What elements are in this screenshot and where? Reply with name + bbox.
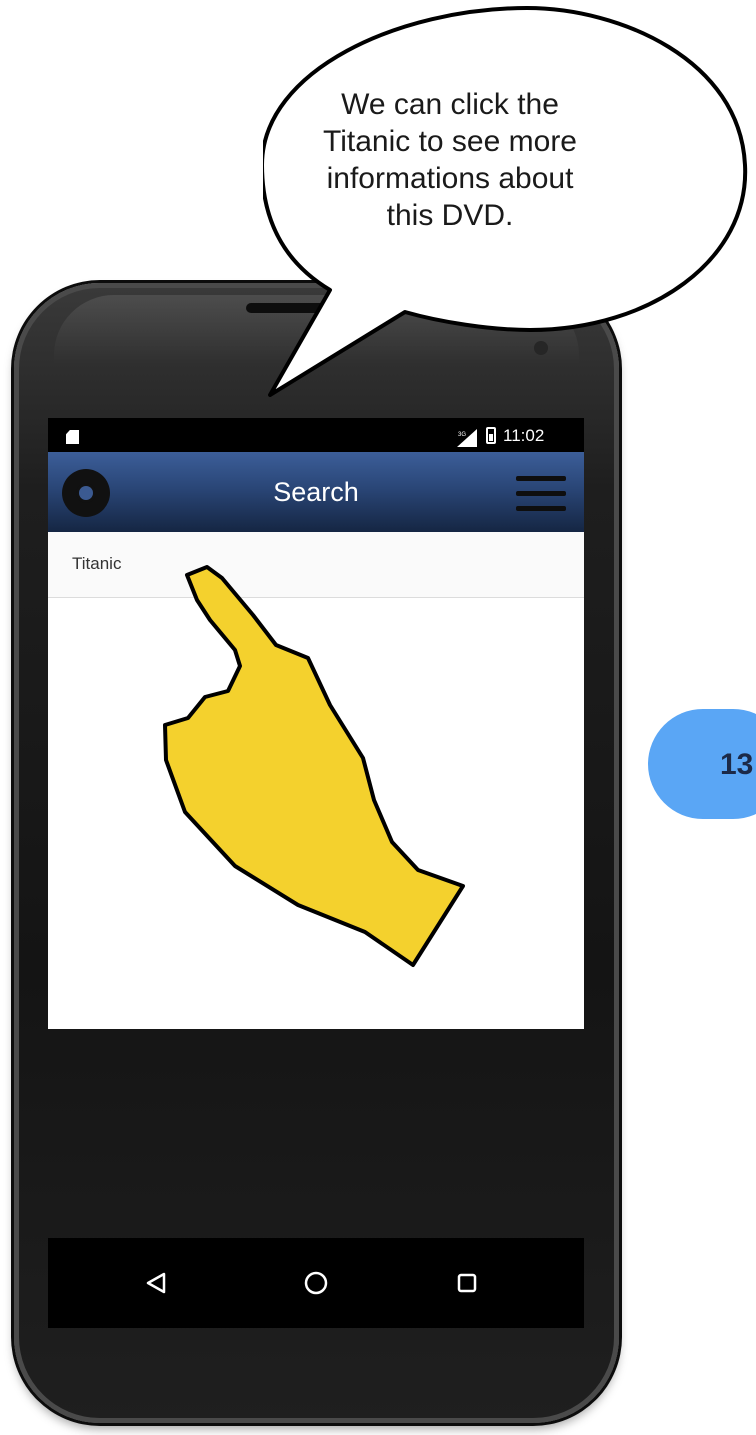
signal-icon: 3G: [457, 429, 477, 447]
navigation-bar: [48, 1238, 584, 1328]
hamburger-menu-icon[interactable]: [516, 476, 566, 512]
home-button[interactable]: [293, 1260, 339, 1306]
recents-square-icon: [457, 1273, 477, 1293]
pointing-hand-icon: [163, 565, 465, 967]
home-circle-icon: [304, 1271, 328, 1295]
recents-button[interactable]: [444, 1260, 490, 1306]
battery-icon: [486, 427, 496, 444]
status-bar: 3G 11:02: [48, 418, 584, 452]
app-bar: Search: [48, 452, 584, 532]
page-number: 13: [720, 748, 754, 781]
svg-text:3G: 3G: [458, 432, 466, 438]
back-triangle-icon: [146, 1272, 166, 1294]
page-title: Search: [273, 477, 359, 507]
callout-text: We can click the Titanic to see more inf…: [323, 88, 577, 232]
back-button[interactable]: [133, 1260, 179, 1306]
list-item-label: Titanic: [72, 554, 122, 573]
sd-card-icon: [66, 430, 79, 444]
status-time: 11:02: [503, 426, 545, 445]
